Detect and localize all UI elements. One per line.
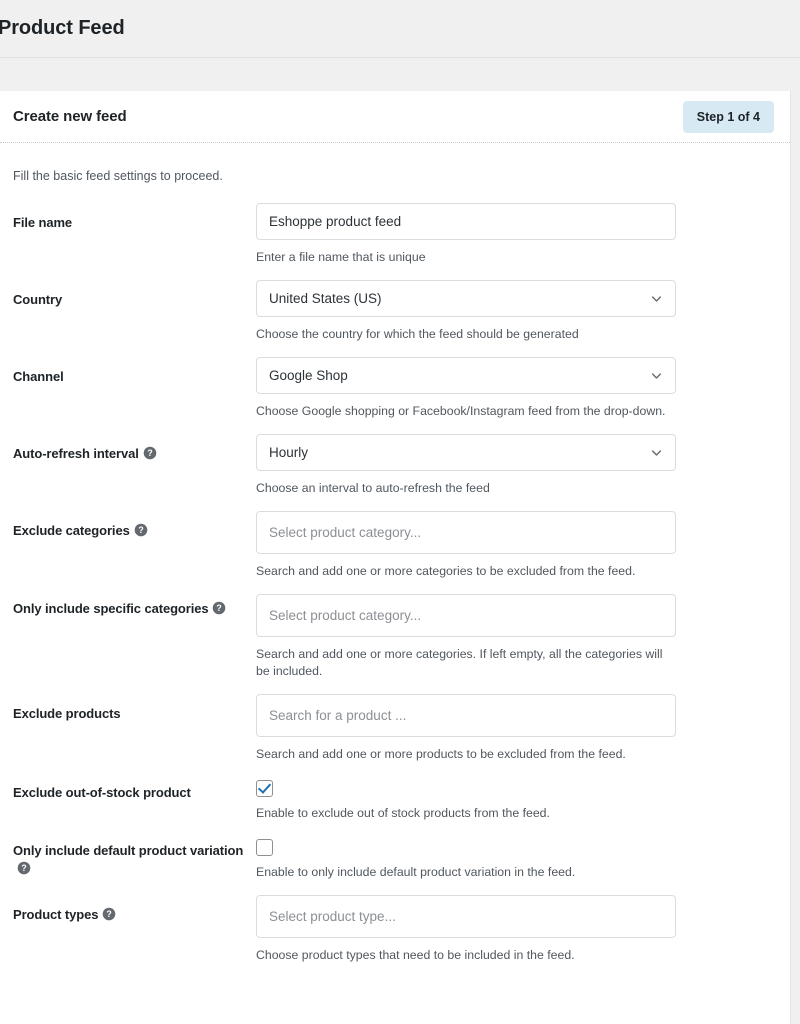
field-hint-auto-refresh-interval: Choose an interval to auto-refresh the f… [256,481,490,495]
form-row-exclude-products: Exclude products Search for a product ...… [0,694,790,777]
field-hint-exclude-out-of-stock-product: Enable to exclude out of stock products … [256,806,550,820]
svg-text:?: ? [138,525,143,535]
field-cell-exclude-categories: Select product category... Search and add… [256,511,790,594]
card-header: Create new feed Step 1 of 4 [0,91,790,143]
field-label-exclude-products: Exclude products [13,694,256,723]
field-label-text: Product types [13,907,99,922]
field-label-file-name: File name [13,203,256,232]
select-country[interactable]: United States (US) [256,280,676,317]
field-label-text: Exclude products [13,706,121,721]
create-feed-card: Create new feed Step 1 of 4 Fill the bas… [0,91,791,1024]
admin-page-header: Product Feed [0,0,800,58]
field-label-text: Auto-refresh interval [13,446,139,461]
field-cell-only-include-default-product-variation: Enable to only include default product v… [256,836,790,895]
field-value: Eshoppe product feed [269,214,402,229]
input-file-name[interactable]: Eshoppe product feed [256,203,676,240]
input-exclude-categories[interactable]: Select product category... [256,511,676,554]
chevron-down-icon[interactable] [650,369,663,382]
help-circle-icon[interactable]: ? [212,601,226,615]
form-row-product-types: Product types? Select product type... Choo… [0,895,790,978]
form-row-exclude-categories: Exclude categories? Select product catego… [0,511,790,594]
field-cell-country: United States (US) Choose the country for… [256,280,790,357]
field-placeholder: Select product category... [269,525,422,540]
field-label-text: Channel [13,369,64,384]
field-hint-only-include-default-product-variation: Enable to only include default product v… [256,865,576,879]
field-label-text: File name [13,215,73,230]
input-only-include-specific-categories[interactable]: Select product category... [256,594,676,637]
form-row-only-include-specific-categories: Only include specific categories? Select … [0,594,790,694]
field-label-country: Country [13,280,256,309]
intro-text: Fill the basic feed settings to proceed. [13,169,223,183]
field-cell-channel: Google Shop Choose Google shopping or Fac… [256,357,790,434]
field-label-channel: Channel [13,357,256,386]
field-placeholder: Select product category... [269,608,422,623]
field-placeholder: Select product type... [269,909,396,924]
select-channel[interactable]: Google Shop [256,357,676,394]
field-cell-auto-refresh-interval: Hourly Choose an interval to auto-refresh… [256,434,790,511]
input-exclude-products[interactable]: Search for a product ... [256,694,676,737]
field-label-text: Country [13,292,63,307]
svg-text:?: ? [21,863,26,873]
card-heading: Create new feed [13,108,127,125]
field-label-auto-refresh-interval: Auto-refresh interval? [13,434,256,463]
form-row-file-name: File name Eshoppe product feed Enter a fil… [0,203,790,280]
field-label-only-include-default-product-variation: Only include default product variation? [13,836,256,878]
field-hint-file-name: Enter a file name that is unique [256,250,426,264]
field-value: Google Shop [269,368,348,383]
field-label-exclude-categories: Exclude categories? [13,511,256,540]
form-row-only-include-default-product-variation: Only include default product variation? E… [0,836,790,895]
help-circle-icon[interactable]: ? [102,907,116,921]
help-circle-icon[interactable]: ? [134,523,148,537]
field-hint-product-types: Choose product types that need to be inc… [256,948,575,962]
form-row-country: Country United States (US) Choose the coun… [0,280,790,357]
page-title: Product Feed [0,17,125,39]
field-label-product-types: Product types? [13,895,256,924]
field-hint-only-include-specific-categories: Search and add one or more categories. I… [256,647,663,678]
input-product-types[interactable]: Select product type... [256,895,676,938]
field-label-only-include-specific-categories: Only include specific categories? [13,594,256,618]
status-badge-step: Step 1 of 4 [682,100,774,133]
field-hint-exclude-products: Search and add one or more products to b… [256,747,626,761]
field-hint-exclude-categories: Search and add one or more categories to… [256,564,636,578]
checkbox-only-include-default-product-variation[interactable] [256,839,273,856]
field-label-text: Exclude categories [13,523,130,538]
field-label-text: Only include default product variation [13,843,244,858]
header-spacer-band [0,58,800,91]
form-row-exclude-out-of-stock-product: Exclude out-of-stock product Enable to ex… [0,777,790,836]
field-label-text: Exclude out-of-stock product [13,785,191,800]
checkbox-exclude-out-of-stock-product[interactable] [256,780,273,797]
field-cell-file-name: Eshoppe product feed Enter a file name th… [256,203,790,280]
field-label-text: Only include specific categories [13,601,209,616]
field-hint-country: Choose the country for which the feed sh… [256,327,579,341]
select-auto-refresh-interval[interactable]: Hourly [256,434,676,471]
field-value: Hourly [269,445,309,460]
field-cell-exclude-out-of-stock-product: Enable to exclude out of stock products … [256,777,790,836]
field-value: United States (US) [269,291,382,306]
feed-settings-form: File name Eshoppe product feed Enter a fil… [0,203,790,978]
chevron-down-icon[interactable] [650,292,663,305]
help-circle-icon[interactable]: ? [143,446,157,460]
field-hint-channel: Choose Google shopping or Facebook/Insta… [256,404,666,418]
form-row-auto-refresh-interval: Auto-refresh interval? Hourly Choose an in… [0,434,790,511]
form-row-channel: Channel Google Shop Choose Google shopping… [0,357,790,434]
field-cell-product-types: Select product type... Choose product typ… [256,895,790,978]
help-circle-icon[interactable]: ? [17,861,31,875]
svg-text:?: ? [107,909,112,919]
chevron-down-icon[interactable] [650,446,663,459]
svg-text:?: ? [217,603,222,613]
svg-text:?: ? [147,448,152,458]
field-cell-exclude-products: Search for a product ... Search and add o… [256,694,790,777]
field-label-exclude-out-of-stock-product: Exclude out-of-stock product [13,777,256,802]
field-placeholder: Search for a product ... [269,708,407,723]
field-cell-only-include-specific-categories: Select product category... Search and add… [256,594,790,694]
